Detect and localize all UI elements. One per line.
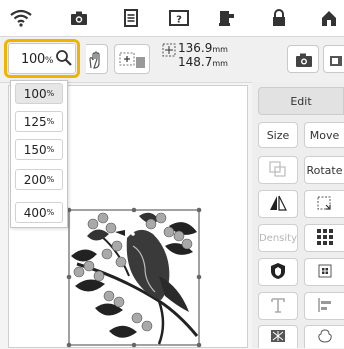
wifi-icon[interactable] <box>8 5 34 31</box>
align-icon <box>316 296 334 317</box>
height-unit: mm <box>212 59 228 68</box>
projector-button[interactable] <box>323 45 344 73</box>
border-icon <box>316 195 334 214</box>
flip-icon <box>269 195 287 214</box>
camera-scan-button[interactable] <box>287 45 319 73</box>
flip-button[interactable] <box>258 190 298 218</box>
zoom-option-150[interactable]: 150% <box>15 139 63 160</box>
zoom-option-125[interactable]: 125% <box>15 111 63 132</box>
zoom-option-value: 100 <box>23 86 47 101</box>
design-width: 136.9 <box>178 41 213 55</box>
zoom-option-200[interactable]: 200% <box>15 169 63 190</box>
camera-icon[interactable] <box>66 5 92 31</box>
align-button[interactable] <box>304 292 344 320</box>
group-button <box>258 156 298 184</box>
zoom-menu: 100% 125% 150% 200% 400% <box>10 80 68 228</box>
size-icon <box>162 42 176 61</box>
camera-icon <box>295 52 313 72</box>
color-select-button[interactable] <box>304 258 344 286</box>
zoom-option-unit: % <box>46 89 55 98</box>
layout-icon <box>119 50 147 74</box>
border-button[interactable] <box>304 190 344 218</box>
applique-button[interactable] <box>258 258 298 286</box>
density-button[interactable]: Density <box>258 224 298 252</box>
design-dimensions: 136.9mm 148.7mm <box>178 42 228 70</box>
size-button[interactable]: Size <box>258 122 298 148</box>
rotate-label: Rotate <box>306 163 343 177</box>
stipple-button[interactable] <box>258 325 298 348</box>
edit-tab-label: Edit <box>290 94 312 108</box>
density-label: Density <box>258 232 298 244</box>
group-icon <box>269 160 287 180</box>
outline-button[interactable] <box>304 325 344 348</box>
zoom-option-unit: % <box>46 117 55 126</box>
stipple-icon <box>269 328 287 347</box>
rotate-button[interactable]: Rotate <box>304 156 344 184</box>
array-icon <box>316 228 334 249</box>
thread-icon[interactable] <box>214 5 240 31</box>
move-label: Move <box>309 128 340 142</box>
array-button[interactable] <box>304 224 344 252</box>
zoom-option-value: 125 <box>23 114 47 129</box>
text-icon <box>269 296 287 317</box>
color-select-icon <box>316 262 334 283</box>
layout-button[interactable] <box>114 44 150 74</box>
zoom-option-unit: % <box>46 175 55 184</box>
move-button[interactable]: Move <box>304 122 344 148</box>
zoom-option-value: 200 <box>23 172 47 187</box>
zoom-highlight <box>4 39 80 78</box>
text-button[interactable] <box>258 292 298 320</box>
svg-text:?: ? <box>176 15 182 26</box>
home-icon[interactable] <box>316 5 342 31</box>
zoom-option-unit: % <box>46 208 55 217</box>
design-height: 148.7 <box>178 55 213 69</box>
hand-icon <box>88 51 102 73</box>
zoom-option-100[interactable]: 100% <box>15 83 63 104</box>
shield-icon <box>269 262 287 283</box>
edit-tab[interactable]: Edit <box>258 87 344 115</box>
help-icon[interactable]: ? <box>166 5 192 31</box>
outline-icon <box>316 328 334 347</box>
lock-icon[interactable] <box>266 5 292 31</box>
zoom-option-400[interactable]: 400% <box>15 202 63 223</box>
projector-icon <box>329 53 343 72</box>
hand-tool-button[interactable] <box>86 44 108 74</box>
document-icon[interactable] <box>118 5 144 31</box>
width-unit: mm <box>212 45 228 54</box>
zoom-option-unit: % <box>46 145 55 154</box>
top-bar: ? <box>0 0 344 37</box>
zoom-option-value: 150 <box>23 142 47 157</box>
size-label: Size <box>266 128 290 142</box>
zoom-option-value: 400 <box>23 205 47 220</box>
